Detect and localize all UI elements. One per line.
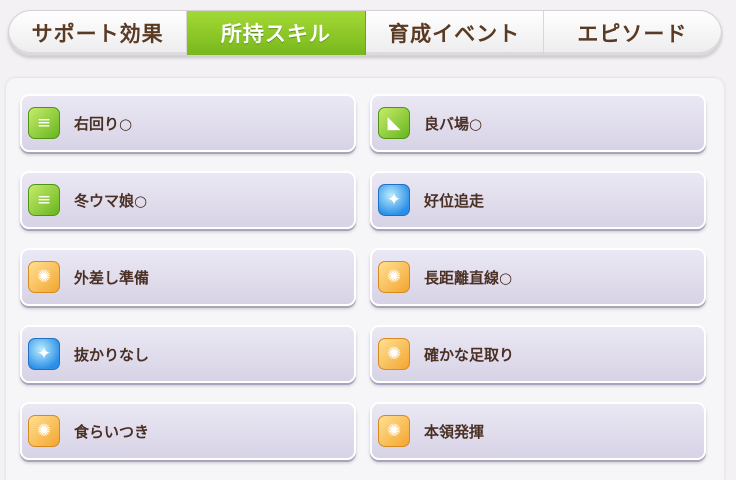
skill-name: 外差し準備 [74,268,150,287]
skill-name: 冬ウマ娘○ [74,191,148,210]
skill-card[interactable]: ≡ 右回り○ [20,94,356,152]
skill-name: 好位追走 [424,191,485,210]
skill-name: 抜かりなし [74,345,150,364]
orange-runner-icon: ✺ [28,415,60,447]
skill-card[interactable]: ◣ 良バ場○ [370,94,706,152]
skill-card[interactable]: ✦ 抜かりなし [20,325,356,383]
skill-name: 本領発揮 [424,422,485,441]
skill-card[interactable]: ✺ 食らいつき [20,402,356,460]
blue-sparkle-icon: ✦ [28,338,60,370]
orange-runner-icon: ✺ [378,415,410,447]
green-speed-icon: ≡ [28,184,60,216]
skill-name: 確かな足取り [424,345,515,364]
skills-panel: ≡ 右回り○ ◣ 良バ場○ ≡ 冬ウマ娘○ ✦ 好位追走 ✺ 外差し準備 ✺ 長… [6,78,724,480]
skill-card[interactable]: ✺ 外差し準備 [20,248,356,306]
skill-card[interactable]: ✺ 確かな足取り [370,325,706,383]
skill-card[interactable]: ✺ 本領発揮 [370,402,706,460]
skill-card[interactable]: ≡ 冬ウマ娘○ [20,171,356,229]
skill-card[interactable]: ✺ 長距離直線○ [370,248,706,306]
tab-owned-skills[interactable]: 所持スキル [187,11,366,55]
tab-episodes[interactable]: エピソード [544,11,721,55]
skill-name: 右回り○ [74,114,133,133]
orange-runner-icon: ✺ [378,261,410,293]
skill-card[interactable]: ✦ 好位追走 [370,171,706,229]
skill-name: 食らいつき [74,422,150,441]
skill-name: 長距離直線○ [424,268,513,287]
tab-training-events[interactable]: 育成イベント [366,11,544,55]
skill-name: 良バ場○ [424,114,483,133]
green-ground-icon: ◣ [378,107,410,139]
orange-runner-icon: ✺ [28,261,60,293]
tab-bar: サポート効果 所持スキル 育成イベント エピソード [8,10,722,56]
blue-sparkle-icon: ✦ [378,184,410,216]
green-speed-icon: ≡ [28,107,60,139]
tab-support-effect[interactable]: サポート効果 [9,11,188,55]
orange-runner-icon: ✺ [378,338,410,370]
